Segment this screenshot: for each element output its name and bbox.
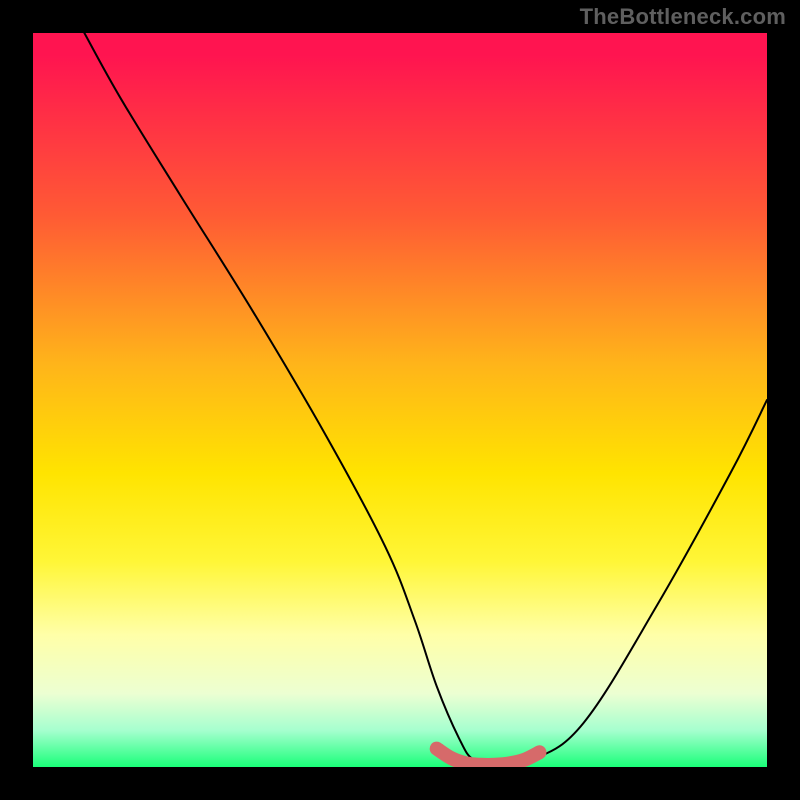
highlight-segment [437, 749, 540, 765]
chart-stage: TheBottleneck.com [0, 0, 800, 800]
plot-area [33, 33, 767, 767]
curve-layer [33, 33, 767, 767]
bottleneck-curve [84, 33, 767, 764]
watermark-text: TheBottleneck.com [580, 4, 786, 30]
